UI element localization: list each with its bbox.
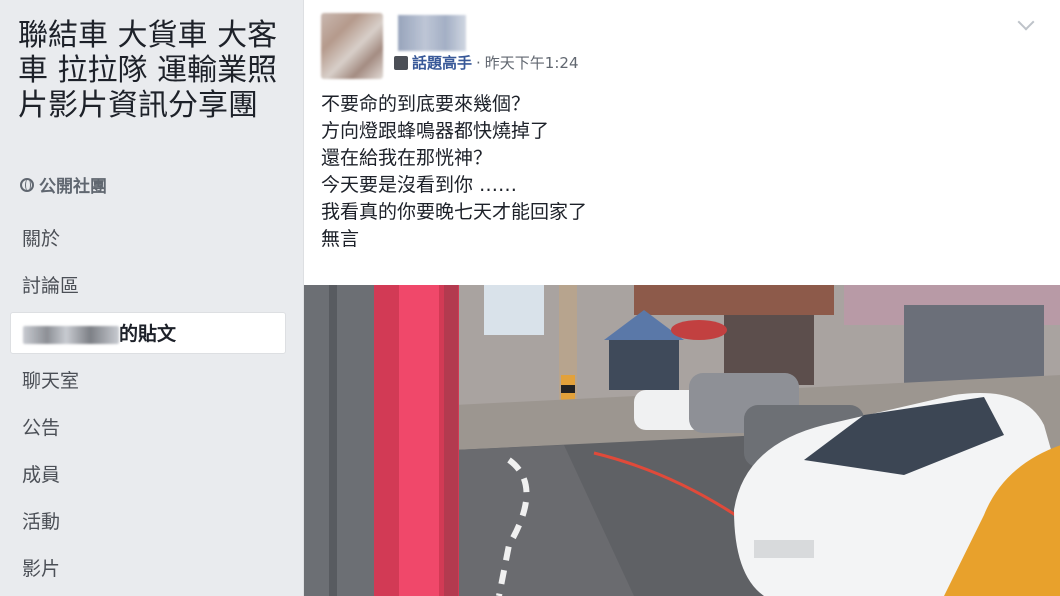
nav-item-user-posts[interactable]: 的貼文	[10, 312, 286, 354]
group-sidebar: 聯結車 大貨車 大客車 拉拉隊 運輸業照片影片資訊分享團 公開社團 關於 討論區…	[0, 0, 300, 596]
nav-item-label: 討論區	[22, 275, 80, 297]
group-privacy: 公開社團	[20, 172, 107, 197]
post-line: 不要命的到底要來幾個？	[321, 93, 531, 115]
post-body: 不要命的到底要來幾個？ 方向燈跟蜂鳴器都快燒掉了 還在給我在那恍神？ 今天要是沒…	[321, 91, 587, 253]
post-line: 今天要是沒看到你 ……	[321, 174, 518, 196]
nav-item-members[interactable]: 成員	[10, 454, 286, 496]
nav-item-chat[interactable]: 聊天室	[10, 360, 286, 402]
post-line: 無言	[321, 228, 360, 250]
nav-item-label: 成員	[22, 464, 61, 486]
privacy-label: 公開社團	[39, 177, 107, 197]
post-line: 方向燈跟蜂鳴器都快燒掉了	[321, 120, 550, 142]
nav-item-label: 活動	[22, 511, 61, 533]
nav-item-label: 的貼文	[119, 323, 177, 345]
chevron-down-icon[interactable]	[1017, 13, 1035, 31]
avatar[interactable]	[321, 13, 383, 79]
post-line: 我看真的你要晚七天才能回家了	[321, 201, 588, 223]
group-title[interactable]: 聯結車 大貨車 大客車 拉拉隊 運輸業照片影片資訊分享團	[18, 18, 290, 123]
badge-icon	[394, 55, 408, 70]
redacted-name	[23, 325, 119, 344]
dashcam-photo	[304, 285, 1060, 596]
nav-item-label: 聊天室	[22, 370, 80, 392]
member-badge[interactable]: 話題高手	[412, 52, 472, 73]
nav-item-label: 關於	[22, 228, 61, 250]
post-line: 還在給我在那恍神？	[321, 147, 493, 169]
nav-item-label: 影片	[22, 558, 61, 580]
timestamp[interactable]: 昨天下午1:24	[485, 52, 579, 73]
nav-item-announcements[interactable]: 公告	[10, 407, 286, 449]
nav-item-events[interactable]: 活動	[10, 501, 286, 543]
redacted-author-name[interactable]	[398, 15, 466, 51]
globe-icon	[20, 177, 34, 192]
post-meta: 話題高手 · 昨天下午1:24	[394, 52, 578, 73]
separator: ·	[476, 53, 481, 72]
nav-item-discussion[interactable]: 討論區	[10, 265, 286, 307]
nav-item-videos[interactable]: 影片	[10, 548, 286, 590]
post-card: 話題高手 · 昨天下午1:24 不要命的到底要來幾個？ 方向燈跟蜂鳴器都快燒掉了…	[303, 0, 1060, 596]
nav-item-label: 公告	[22, 417, 61, 439]
post-photo[interactable]	[304, 285, 1060, 596]
nav-item-about[interactable]: 關於	[10, 218, 286, 260]
